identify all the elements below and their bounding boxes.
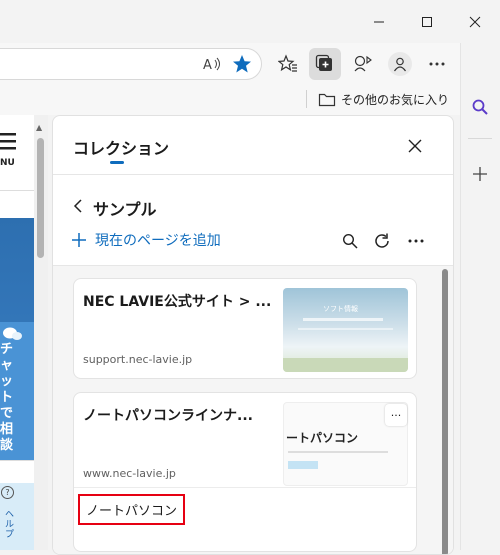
search-icon — [472, 99, 488, 115]
page-divider — [0, 190, 34, 191]
thumbnail-text: ソフト情報 — [323, 305, 358, 313]
item-url: www.nec-lavie.jp — [83, 467, 176, 480]
help-tab-label: ヘルプ — [5, 510, 15, 540]
profile-icon — [394, 57, 406, 72]
item-title: ノートパソコンラインナ... — [83, 408, 253, 424]
collections-panel: コレクション サンプル 現在のページを追加 NEC LAVIE公式サイト > .… — [52, 115, 454, 555]
close-icon — [469, 16, 481, 27]
close-panel-button[interactable] — [401, 132, 429, 160]
favorites-divider — [306, 90, 307, 108]
thumbnail-footer — [283, 358, 408, 372]
minimize-button[interactable] — [356, 0, 402, 43]
close-window-button[interactable] — [452, 0, 498, 43]
maximize-button[interactable] — [404, 0, 450, 43]
page-scrollbar-thumb[interactable] — [37, 138, 44, 258]
sidebar-search-button[interactable] — [466, 94, 494, 120]
more-icon — [429, 62, 445, 66]
refresh-icon — [375, 233, 389, 248]
chat-bubble-icon — [3, 327, 22, 340]
panel-title-underline — [110, 161, 124, 164]
collection-more-button[interactable] — [403, 228, 429, 254]
collection-item[interactable]: ノートパソコンラインナ... www.nec-lavie.jp ートパソコン ·… — [73, 392, 417, 552]
scroll-up-arrow[interactable]: ▲ — [36, 123, 42, 132]
item-more-button[interactable]: ··· — [385, 404, 407, 426]
item-note[interactable]: ノートパソコン — [78, 494, 186, 525]
page-section — [0, 460, 34, 483]
item-thumbnail: ソフト情報 — [283, 288, 408, 372]
menu-label: NU — [0, 158, 15, 168]
add-icon — [72, 233, 86, 247]
sidebar-add-button[interactable] — [466, 161, 494, 187]
collection-name: サンプル — [93, 200, 157, 219]
item-note-divider — [74, 487, 416, 488]
browser-essentials-button[interactable] — [347, 48, 379, 80]
panel-divider — [53, 174, 453, 175]
profile-button[interactable] — [384, 48, 416, 80]
sidebar-divider — [468, 138, 492, 139]
thumbnail-line — [303, 318, 383, 321]
item-title: NEC LAVIE公式サイト > ... — [83, 294, 272, 310]
favorites-button[interactable] — [272, 48, 304, 80]
favorites-icon — [278, 54, 297, 72]
thumbnail-line — [288, 451, 388, 453]
svg-text:A: A — [203, 58, 212, 73]
collection-item[interactable]: NEC LAVIE公式サイト > ... support.nec-lavie.j… — [73, 278, 417, 379]
menu-icon[interactable] — [0, 130, 18, 154]
add-icon — [473, 167, 487, 181]
folder-icon — [318, 93, 336, 106]
maximize-icon — [422, 16, 432, 27]
add-current-page-label: 現在のページを追加 — [95, 233, 221, 249]
minimize-icon — [374, 21, 384, 22]
collections-icon — [315, 54, 332, 71]
read-aloud-button[interactable]: A — [196, 48, 228, 80]
more-icon — [408, 239, 424, 243]
back-button[interactable] — [67, 194, 89, 218]
favorite-page-button[interactable] — [226, 48, 258, 80]
search-icon — [342, 233, 358, 249]
refresh-button[interactable] — [369, 228, 395, 254]
settings-more-button[interactable] — [421, 48, 453, 80]
read-aloud-icon: A — [203, 57, 220, 73]
collection-search-button[interactable] — [337, 228, 363, 254]
close-icon — [408, 139, 422, 153]
list-scrollbar-thumb[interactable] — [442, 269, 448, 554]
collections-button[interactable] — [309, 48, 341, 80]
item-url: support.nec-lavie.jp — [83, 353, 193, 366]
thumbnail-text: ートパソコン — [286, 431, 359, 445]
browser-essentials-icon — [354, 55, 372, 72]
thumbnail-line — [298, 328, 393, 330]
other-favorites-label: その他のお気に入り — [341, 92, 450, 107]
favorite-star-icon — [233, 55, 251, 73]
back-icon — [73, 199, 82, 213]
thumbnail-block — [288, 461, 318, 469]
help-icon: ? — [1, 486, 14, 499]
add-current-page-button[interactable]: 現在のページを追加 — [71, 228, 221, 252]
chat-consult-label: チャットで相談 — [0, 342, 14, 453]
panel-title: コレクション — [73, 139, 170, 158]
other-favorites-folder[interactable]: その他のお気に入り — [318, 90, 449, 108]
